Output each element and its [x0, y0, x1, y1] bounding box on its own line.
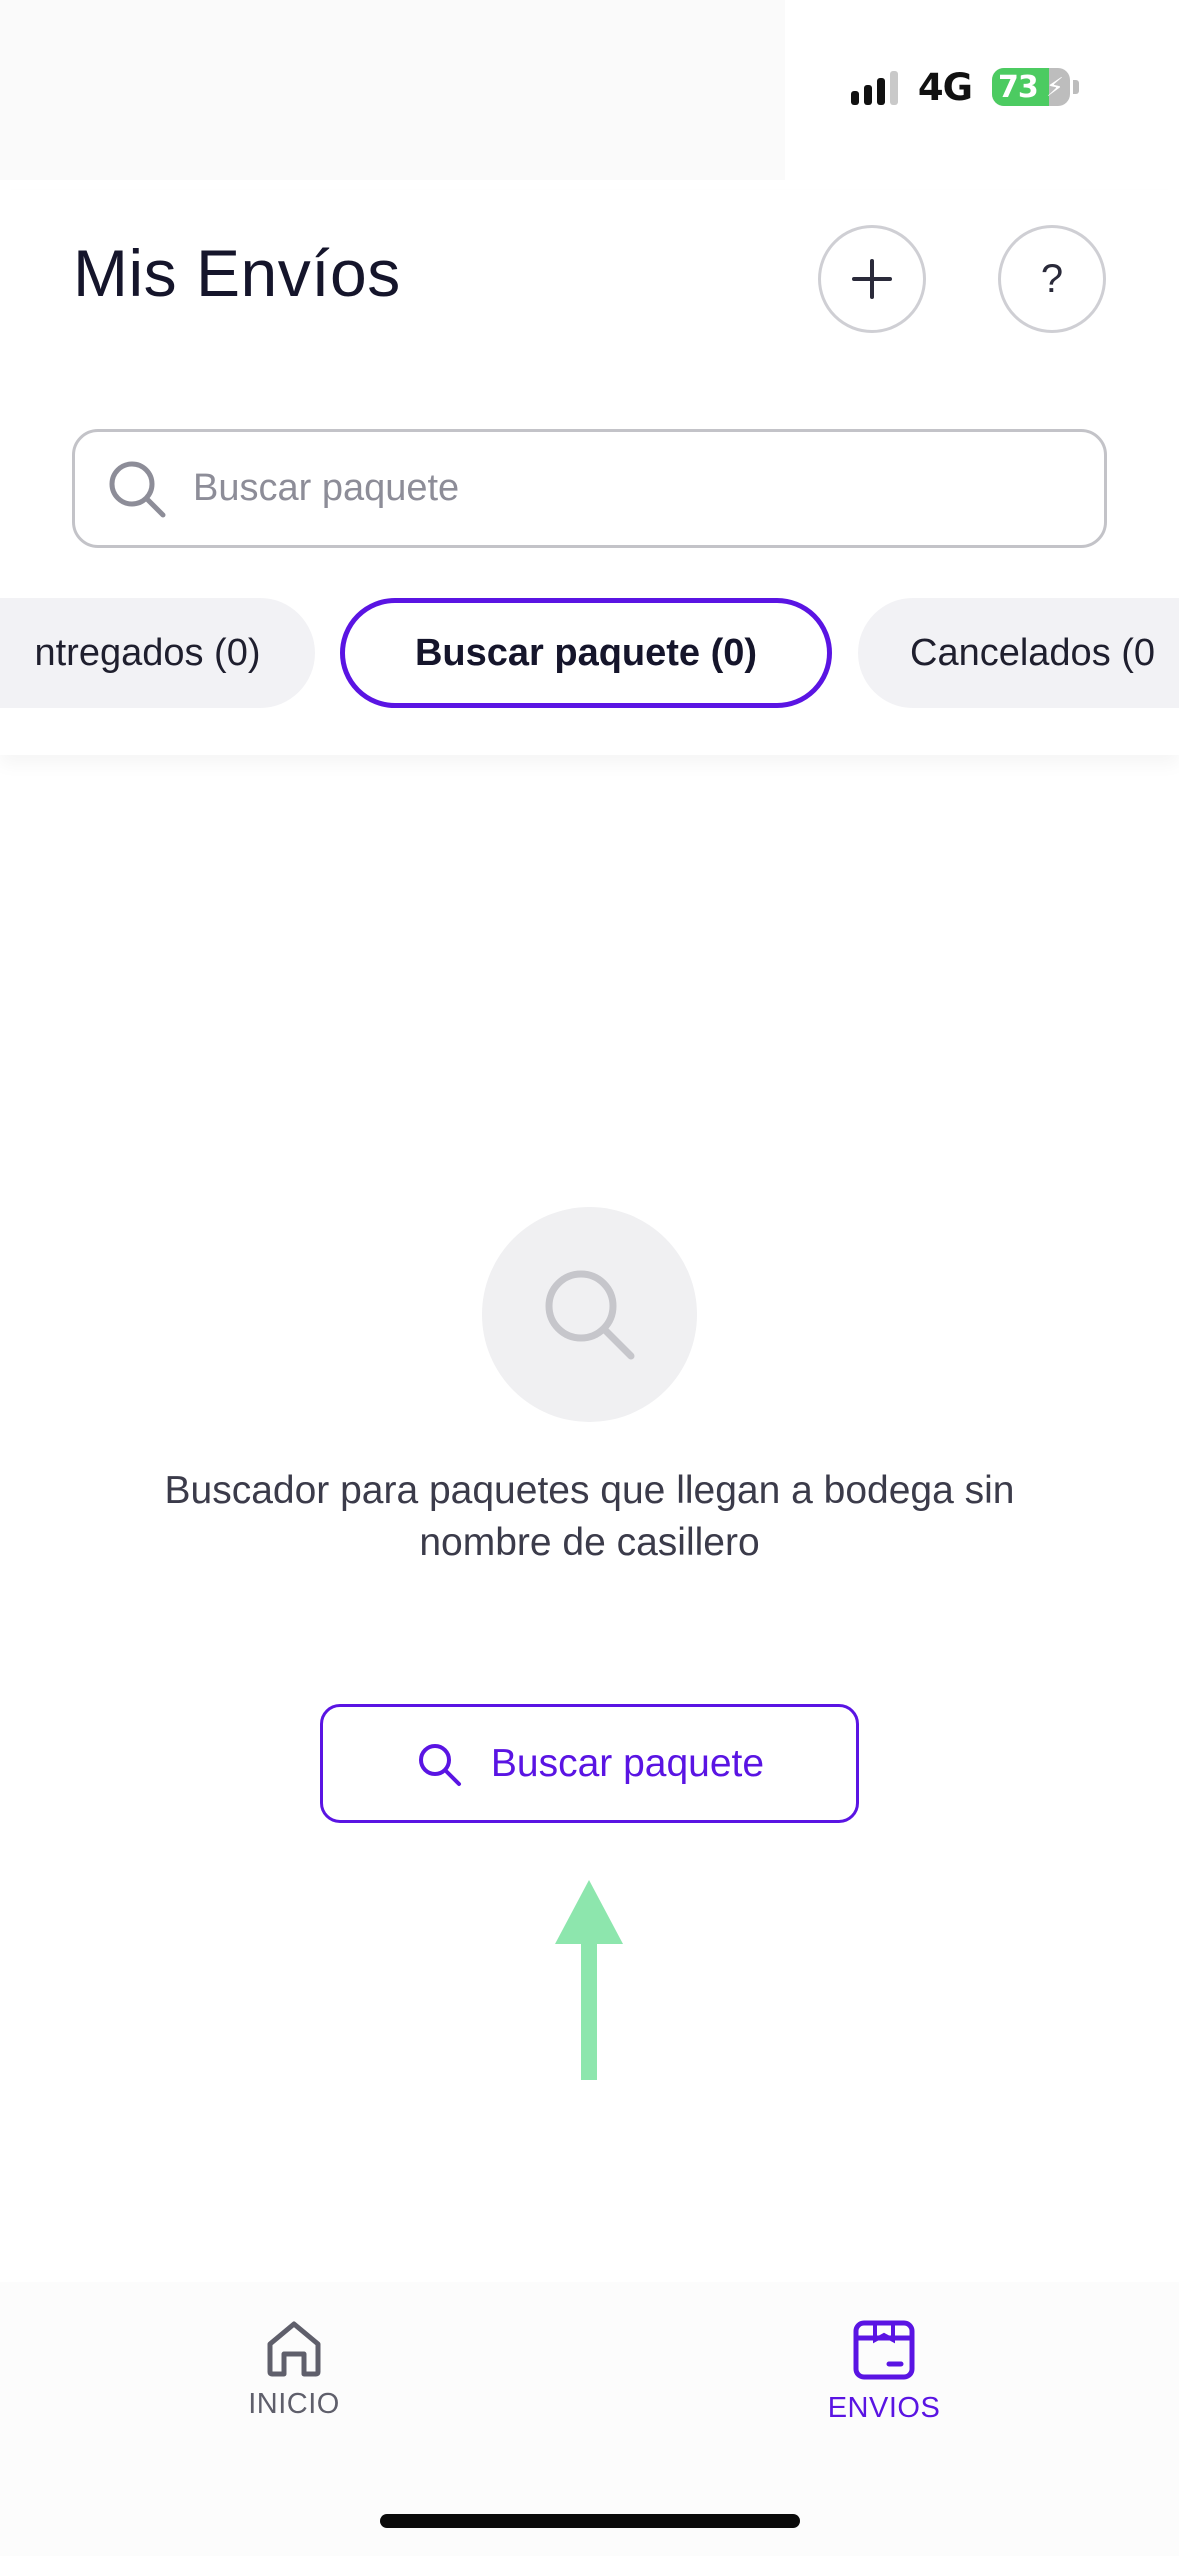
plus-icon: [852, 259, 892, 299]
nav-home-label: INICIO: [248, 2388, 340, 2420]
tab-cancelled-label: Cancelados (0: [910, 631, 1156, 674]
help-button[interactable]: ?: [998, 225, 1106, 333]
home-icon: [267, 2321, 321, 2377]
search-package-button-label: Buscar paquete: [490, 1741, 765, 1785]
empty-state-message: Buscador para paquetes que llegan a bode…: [164, 1469, 1015, 1564]
tab-delivered[interactable]: ntregados (0): [0, 598, 315, 708]
screen: 4G 73 ⚡ Mis Envíos ? n: [0, 0, 1179, 2556]
search-icon: [103, 455, 171, 523]
help-icon: ?: [1040, 256, 1064, 301]
tab-cancelled[interactable]: Cancelados (0: [858, 598, 1179, 708]
tab-delivered-label: ntregados (0): [34, 631, 261, 674]
status-tabs: ntregados (0) Buscar paquete (0) Cancela…: [0, 598, 1179, 710]
search-icon: [418, 1743, 461, 1786]
status-bar-background: [0, 0, 785, 180]
search-field[interactable]: [72, 429, 1107, 548]
package-icon: [853, 2320, 915, 2380]
search-input[interactable]: [193, 467, 1104, 510]
nav-shipments-label: ENVIOS: [827, 2392, 941, 2424]
arrow-up-icon: [555, 1880, 623, 2080]
charging-bolt-icon: ⚡: [1045, 72, 1064, 102]
add-shipment-button[interactable]: [818, 225, 926, 333]
status-bar: 4G 73 ⚡: [850, 62, 1079, 112]
nav-home[interactable]: INICIO: [194, 2318, 394, 2421]
home-indicator[interactable]: [380, 2514, 800, 2528]
battery-icon: 73 ⚡: [992, 68, 1079, 106]
search-package-button[interactable]: Buscar paquete: [320, 1704, 859, 1823]
page-title: Mis Envíos: [73, 236, 401, 310]
empty-state-illustration: [482, 1207, 697, 1422]
cellular-signal-icon: [850, 69, 898, 105]
tab-search-package-label: Buscar paquete (0): [414, 631, 758, 674]
network-type: 4G: [917, 65, 973, 109]
search-icon: [545, 1270, 634, 1359]
nav-shipments[interactable]: ENVIOS: [784, 2318, 984, 2425]
tab-search-package[interactable]: Buscar paquete (0): [340, 598, 832, 708]
